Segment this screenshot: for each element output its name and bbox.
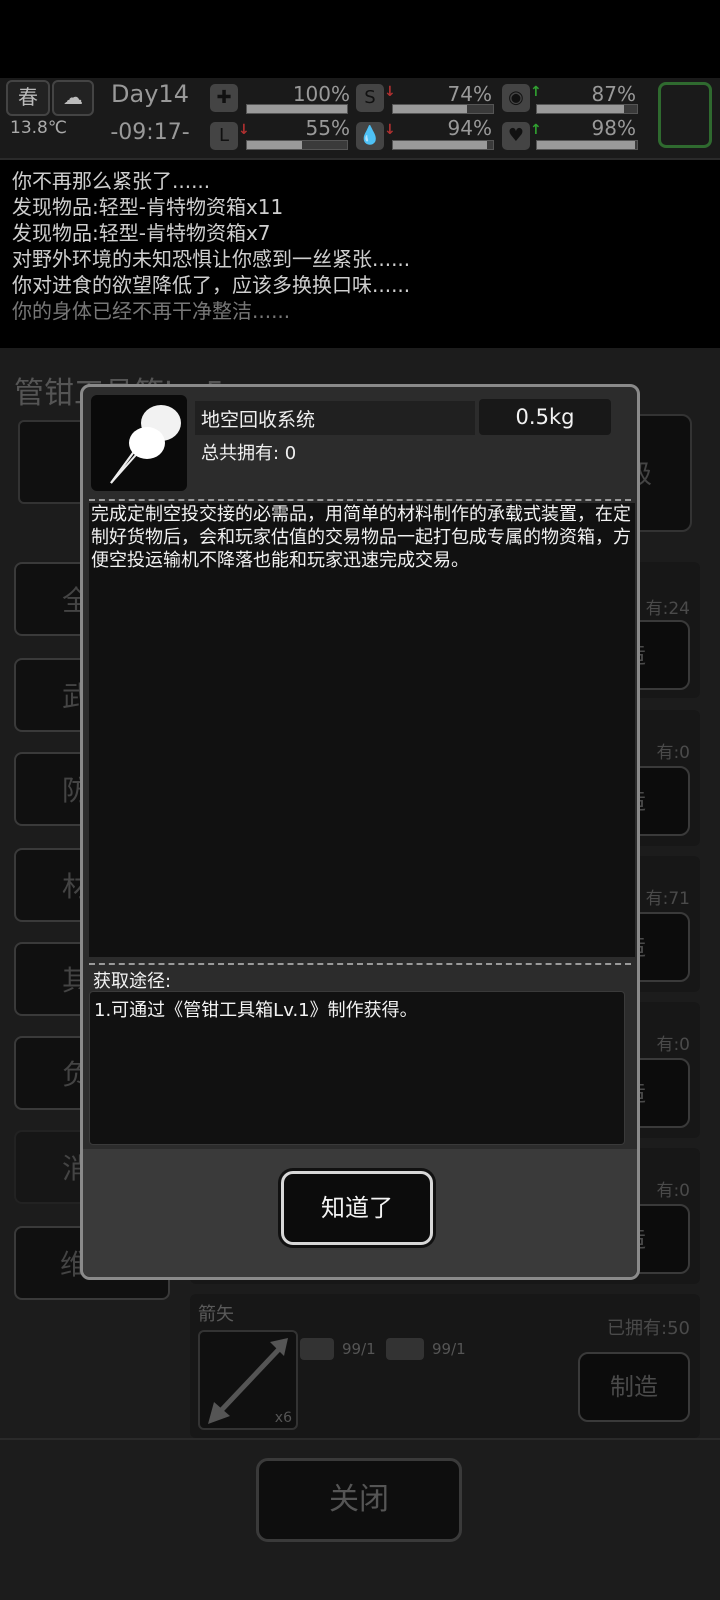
dashed-divider [89, 963, 631, 965]
stat-thirst-bar [392, 140, 494, 150]
heart-icon: ♥ [502, 122, 530, 150]
owned-count: 有:24 [645, 599, 690, 619]
medkit-icon: ✚ [210, 84, 238, 112]
close-label: 关闭 [329, 1482, 389, 1517]
status-bar: 春 ☁ 13.8℃ Day14 -09:17- ✚ 100% S ↓ 74% ◉… [0, 78, 720, 160]
item-name: 地空回收系统 [201, 409, 316, 431]
log-line: 发现物品:轻型-肯特物资箱x7 [12, 221, 271, 245]
ok-button[interactable]: 知道了 [281, 1171, 433, 1245]
stat-heart-pct: 98% [591, 116, 636, 140]
requirement-count: 99/1 [342, 1340, 376, 1358]
requirement-count: 99/1 [432, 1340, 466, 1358]
arrow-item-icon: x6 [198, 1330, 298, 1430]
stat-stamina-pct: 55% [305, 116, 350, 140]
divider [0, 1438, 720, 1440]
balloon-icon [110, 405, 181, 484]
owned-count: 有:0 [656, 743, 690, 763]
item-description: 完成定制空投交接的必需品，用简单的材料制作的承载式装置，在定制好货物后，会和玩家… [91, 504, 631, 571]
owned-total: 总共拥有: 0 [201, 443, 297, 464]
item-name: 箭矢 [198, 1304, 234, 1325]
event-log: 你不再那么紧张了...... 发现物品:轻型-肯特物资箱x11 发现物品:轻型-… [12, 168, 712, 338]
stat-stamina-bar [246, 140, 348, 150]
stat-hunger-bar [392, 104, 494, 114]
temperature: 13.8℃ [10, 118, 67, 138]
water-drop-icon: 💧 [356, 122, 384, 150]
owned-count: 有:71 [645, 889, 690, 909]
stat-health-bar [246, 104, 348, 114]
feather-icon [300, 1338, 334, 1360]
stomach-icon: S [356, 84, 384, 112]
description-panel: 完成定制空投交接的必需品，用简单的材料制作的承载式装置，在定制好货物后，会和玩家… [89, 503, 635, 957]
log-line: 你不再那么紧张了...... [12, 169, 211, 193]
brain-icon: ◉ [502, 84, 530, 112]
stat-thirst-pct: 94% [447, 116, 492, 140]
owned-count: 已拥有:50 [607, 1318, 690, 1339]
item-detail-dialog: 地空回收系统 0.5kg 总共拥有: 0 完成定制空投交接的必需品，用简单的材料… [80, 384, 640, 1280]
stat-heart-bar [536, 140, 638, 150]
clock-label: -09:17- [110, 120, 190, 145]
recipe-row-arrow: 箭矢 x6 99/1 99/1 已拥有:50 制造 [190, 1294, 700, 1438]
item-weight: 0.5kg [479, 399, 611, 435]
item-name-bar: 地空回收系统 [195, 401, 475, 435]
owned-count: 有:0 [656, 1035, 690, 1055]
stat-health-pct: 100% [292, 82, 350, 106]
stat-mood-bar [536, 104, 638, 114]
item-qty: x6 [274, 1410, 292, 1426]
boot-icon: L [210, 122, 238, 150]
down-arrow-icon: ↓ [238, 122, 250, 138]
log-line: 你的身体已经不再干净整洁...... [12, 299, 291, 323]
cloud-icon: ☁ [52, 80, 94, 116]
equipment-slot[interactable] [658, 82, 712, 148]
day-label: Day14 [111, 80, 189, 108]
item-icon-frame [91, 395, 187, 491]
stats-grid: ✚ 100% S ↓ 74% ◉ ↑ 87% L ↓ 55% 💧 ↓ 94% ♥… [210, 82, 640, 154]
log-line: 发现物品:轻型-肯特物资箱x11 [12, 195, 284, 219]
make-label: 制造 [610, 1373, 658, 1401]
stat-hunger-pct: 74% [447, 82, 492, 106]
stat-mood-pct: 87% [591, 82, 636, 106]
make-button[interactable]: 制造 [578, 1352, 690, 1422]
log-line: 对野外环境的未知恐惧让你感到一丝紧张...... [12, 247, 411, 271]
owned-count: 有:0 [656, 1181, 690, 1201]
source-panel: 1.可通过《管钳工具箱Lv.1》制作获得。 [89, 991, 625, 1145]
ok-label: 知道了 [321, 1194, 393, 1222]
source-text: 1.可通过《管钳工具箱Lv.1》制作获得。 [94, 1000, 418, 1021]
season-badge: 春 [6, 80, 50, 116]
log-line: 你对进食的欲望降低了，应该多换换口味...... [12, 273, 411, 297]
dashed-divider [89, 499, 631, 501]
wood-icon [386, 1338, 424, 1360]
source-title: 获取途径: [93, 971, 172, 992]
season-label: 春 [18, 85, 38, 109]
close-button[interactable]: 关闭 [256, 1458, 462, 1542]
